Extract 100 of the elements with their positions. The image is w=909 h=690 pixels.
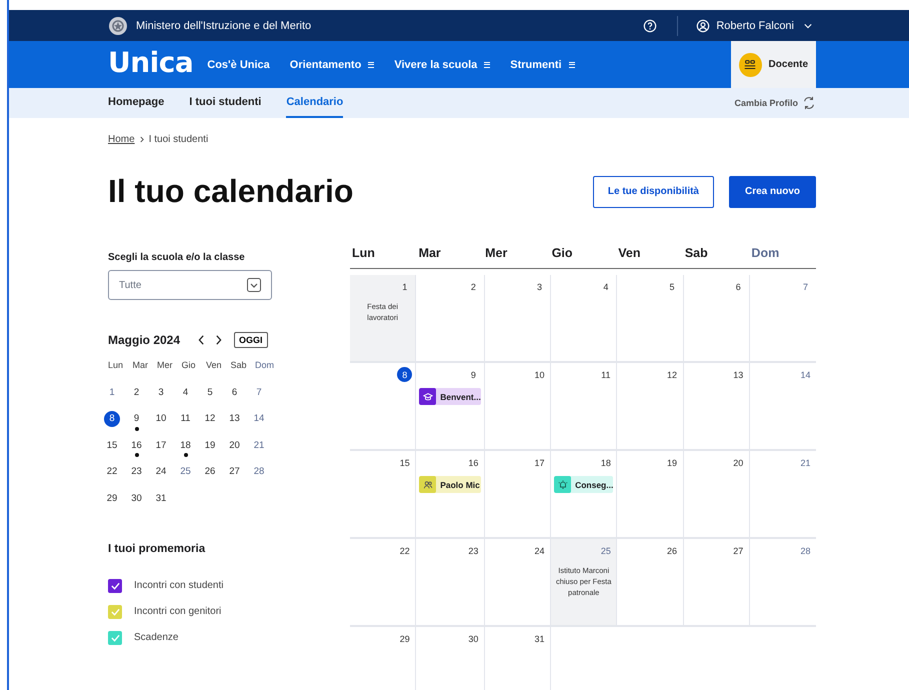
checkbox[interactable]: [108, 630, 122, 644]
day-number[interactable]: 31: [153, 490, 169, 506]
day-number[interactable]: 15: [104, 437, 120, 453]
event-chip[interactable]: Paolo Mic: [419, 476, 481, 493]
day-cell[interactable]: 3: [484, 275, 552, 363]
day-cell[interactable]: 23: [416, 539, 485, 627]
day-number: 15: [398, 456, 411, 470]
day-number: 4: [602, 280, 610, 294]
menu-icon: [568, 62, 575, 68]
nav-link[interactable]: Strumenti: [510, 58, 575, 70]
nav-link[interactable]: Vivere la scuola: [394, 58, 490, 70]
day-number[interactable]: 28: [251, 464, 267, 480]
day-cell[interactable]: 15: [350, 451, 416, 539]
menu-icon: [368, 62, 374, 68]
user-menu[interactable]: Roberto Falconi: [696, 18, 812, 32]
weekday-label: Gio: [182, 360, 197, 372]
create-button[interactable]: Crea nuovo: [729, 176, 816, 208]
day-number[interactable]: 30: [128, 490, 144, 506]
day-cell[interactable]: 8: [350, 363, 416, 451]
day-number[interactable]: 19: [202, 437, 218, 453]
day-number[interactable]: 6: [226, 384, 242, 400]
day-cell[interactable]: 4: [551, 275, 618, 363]
nav-link[interactable]: Cos'è Unica: [207, 58, 270, 70]
day-number: 30: [467, 632, 480, 646]
day-number[interactable]: 4: [178, 384, 194, 400]
switch-profile-link[interactable]: Cambia Profilo: [734, 88, 816, 118]
availability-button[interactable]: Le tue disponibilità: [592, 176, 714, 208]
day-number[interactable]: 27: [226, 464, 242, 480]
day-number[interactable]: 7: [251, 384, 267, 400]
page-tab[interactable]: Homepage: [108, 88, 164, 118]
weekday-header: Mar: [418, 246, 442, 260]
day-cell[interactable]: 14: [750, 363, 816, 451]
day-number[interactable]: 20: [226, 437, 242, 453]
day-number[interactable]: 22: [104, 464, 120, 480]
today-button[interactable]: OGGI: [234, 332, 268, 348]
day-number[interactable]: 2: [128, 384, 144, 400]
day-cell[interactable]: 9 Benvent...: [416, 363, 485, 451]
day-cell[interactable]: 11: [551, 363, 618, 451]
day-cell[interactable]: 2: [416, 275, 485, 363]
day-cell[interactable]: 13: [684, 363, 750, 451]
avatar-icon: [739, 52, 762, 76]
day-number[interactable]: 21: [251, 437, 267, 453]
page-title: Il tuo calendario: [108, 173, 354, 210]
day-cell[interactable]: 10: [484, 363, 552, 451]
previous-icon[interactable]: [198, 335, 206, 345]
day-cell[interactable]: 21: [750, 451, 816, 539]
profile-tab[interactable]: Docente: [731, 41, 816, 88]
day-number[interactable]: 18: [178, 437, 194, 453]
day-number[interactable]: 17: [153, 437, 169, 453]
day-cell[interactable]: 7: [750, 275, 816, 363]
check-icon: [110, 634, 120, 642]
breadcrumb-current[interactable]: I tuoi studenti: [148, 134, 208, 145]
event-chip[interactable]: Conseg...: [554, 476, 614, 493]
checkbox[interactable]: [108, 578, 122, 592]
day-cell[interactable]: 19: [617, 451, 684, 539]
day-cell[interactable]: 6: [684, 275, 750, 363]
weekday-header: Gio: [550, 246, 574, 260]
day-number[interactable]: 13: [226, 410, 242, 426]
day-cell[interactable]: 12: [617, 363, 684, 451]
day-number[interactable]: 12: [202, 410, 218, 426]
breadcrumb-link[interactable]: Home: [108, 134, 135, 145]
day-cell[interactable]: 16 Paolo Mic: [416, 451, 485, 539]
day-number[interactable]: 26: [202, 464, 218, 480]
day-number: 3: [536, 280, 544, 294]
day-number[interactable]: 9: [128, 410, 144, 426]
day-cell[interactable]: 29: [350, 627, 416, 690]
day-number[interactable]: 25: [178, 464, 194, 480]
page-tab[interactable]: I tuoi studenti: [189, 88, 262, 118]
day-number[interactable]: 11: [178, 410, 194, 426]
weekday-label: Mer: [157, 360, 174, 372]
day-cell[interactable]: 20: [684, 451, 750, 539]
day-cell[interactable]: 30: [416, 627, 485, 690]
day-number[interactable]: 8: [104, 410, 120, 426]
day-cell[interactable]: 22: [350, 539, 416, 627]
logo[interactable]: Unica: [108, 46, 194, 79]
day-number: 14: [799, 368, 812, 382]
day-cell[interactable]: 28: [750, 539, 816, 627]
page-tab[interactable]: Calendario: [286, 88, 344, 118]
weekday-label: Sab: [230, 360, 248, 372]
day-number[interactable]: 24: [153, 464, 169, 480]
day-cell[interactable]: 17: [484, 451, 552, 539]
event-chip[interactable]: Benvent...: [419, 388, 481, 405]
day-number[interactable]: 16: [128, 437, 144, 453]
day-number[interactable]: 29: [104, 490, 120, 506]
school-select[interactable]: Tutte: [108, 270, 272, 300]
day-cell[interactable]: 26: [617, 539, 684, 627]
day-number[interactable]: 3: [153, 384, 169, 400]
next-icon[interactable]: [215, 335, 222, 345]
day-cell[interactable]: 31: [484, 627, 552, 690]
day-number[interactable]: 10: [153, 410, 169, 426]
day-cell[interactable]: 27: [684, 539, 750, 627]
day-number: 6: [734, 280, 742, 294]
day-number[interactable]: 23: [128, 464, 144, 480]
nav-link[interactable]: Orientamento: [290, 58, 374, 70]
day-cell[interactable]: 5: [617, 275, 684, 363]
day-number[interactable]: 5: [202, 384, 218, 400]
day-number[interactable]: 14: [251, 410, 267, 426]
help-icon[interactable]: [643, 18, 658, 32]
emblem-icon: [108, 16, 128, 36]
day-number[interactable]: 1: [104, 384, 120, 400]
